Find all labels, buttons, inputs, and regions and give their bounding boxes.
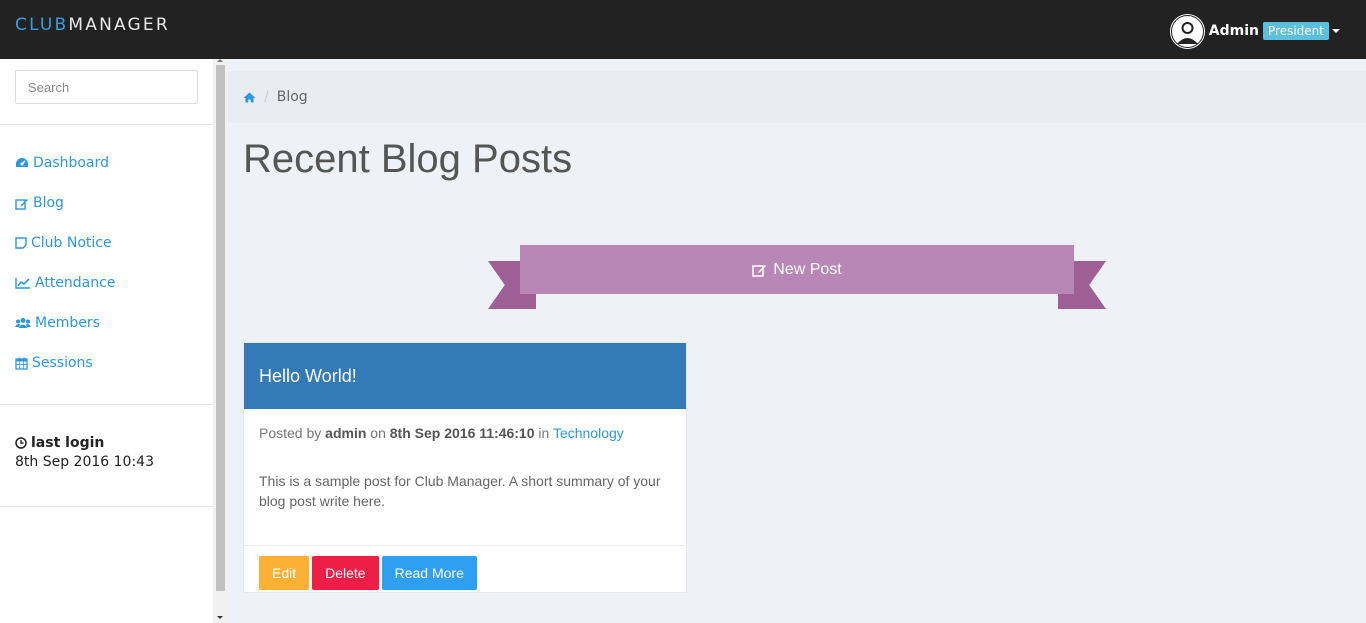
new-post-button[interactable]: New Post [520, 245, 1074, 294]
edit-icon [15, 198, 28, 210]
post-meta: Posted by admin on 8th Sep 2016 11:46:10… [244, 409, 686, 441]
top-navbar: CLUBMANAGER Admin President [0, 0, 1366, 59]
delete-button[interactable]: Delete [312, 556, 379, 590]
sidebar-item-blog: Blog [0, 195, 213, 235]
sidebar-label-club-notice: Club Notice [31, 235, 112, 251]
post-title[interactable]: Hello World! [244, 343, 686, 409]
clock-icon [15, 437, 27, 449]
new-post-ribbon: New Post [488, 245, 1106, 311]
post-summary: This is a sample post for Club Manager. … [259, 473, 661, 509]
sidebar-label-sessions: Sessions [32, 355, 93, 371]
post-actions: Edit Delete Read More [244, 545, 686, 600]
last-login-panel: last login 8th Sep 2016 10:43 [0, 405, 213, 507]
user-menu[interactable]: Admin President [1169, 13, 1340, 49]
main-content: / Blog Recent Blog Posts New Post Hello … [228, 59, 1366, 623]
sidebar: Dashboard Blog Club Notice Attendance [0, 59, 213, 623]
in-text: in [538, 425, 550, 441]
last-login-value: 8th Sep 2016 10:43 [15, 454, 154, 470]
scroll-thumb[interactable] [216, 65, 225, 591]
dashboard-icon [16, 158, 28, 167]
brand-part-club: CLUB [15, 15, 69, 35]
sidebar-item-attendance: Attendance [0, 275, 213, 315]
sidebar-label-members: Members [35, 315, 100, 331]
sidebar-nav: Dashboard Blog Club Notice Attendance Me… [0, 125, 213, 405]
sidebar-link-club-notice[interactable]: Club Notice [15, 235, 112, 251]
brand-logo[interactable]: CLUBMANAGER [15, 15, 170, 35]
sidebar-item-dashboard: Dashboard [0, 155, 213, 195]
sidebar-label-dashboard: Dashboard [33, 155, 109, 171]
sidebar-link-blog[interactable]: Blog [15, 195, 64, 211]
sidebar-item-club-notice: Club Notice [0, 235, 213, 275]
calendar-icon [15, 357, 28, 370]
search-input[interactable] [15, 70, 198, 104]
new-post-label: New Post [773, 260, 842, 278]
user-name: Admin [1208, 23, 1260, 39]
scroll-down-arrow-icon[interactable] [217, 616, 223, 619]
sidebar-link-dashboard[interactable]: Dashboard [15, 155, 109, 171]
sidebar-link-sessions[interactable]: Sessions [15, 355, 93, 371]
sidebar-link-attendance[interactable]: Attendance [15, 275, 115, 291]
sidebar-scrollbar[interactable] [213, 59, 228, 623]
posted-by-text: Posted by [259, 425, 322, 441]
sidebar-link-members[interactable]: Members [15, 315, 100, 331]
scroll-up-arrow-icon[interactable] [217, 59, 223, 62]
page-title: Recent Blog Posts [243, 137, 573, 181]
breadcrumb-separator: / [264, 89, 269, 105]
breadcrumb: / Blog [228, 59, 1366, 123]
post-category-link[interactable]: Technology [553, 425, 624, 441]
edit-button[interactable]: Edit [259, 556, 310, 590]
caret-down-icon [1332, 29, 1340, 33]
sidebar-item-sessions: Sessions [0, 355, 213, 395]
blog-post-card: Hello World! Posted by admin on 8th Sep … [243, 342, 687, 593]
last-login-label-row: last login [15, 435, 198, 451]
post-author: admin [325, 425, 367, 441]
line-chart-icon [15, 278, 30, 289]
sidebar-item-members: Members [0, 315, 213, 355]
breadcrumb-current: Blog [276, 89, 308, 105]
on-text: on [370, 425, 386, 441]
sidebar-label-blog: Blog [33, 195, 64, 211]
sidebar-search [0, 59, 213, 125]
home-icon[interactable] [243, 92, 256, 103]
post-date: 8th Sep 2016 11:46:10 [389, 425, 535, 441]
role-badge: President [1263, 22, 1329, 40]
users-icon [15, 318, 31, 328]
read-more-button[interactable]: Read More [381, 556, 477, 590]
sidebar-label-attendance: Attendance [35, 275, 116, 291]
user-avatar-icon [1169, 13, 1205, 49]
edit-icon [752, 264, 767, 277]
sticky-note-icon [15, 237, 27, 249]
brand-part-manager: MANAGER [68, 15, 170, 35]
last-login-label: last login [31, 435, 105, 451]
